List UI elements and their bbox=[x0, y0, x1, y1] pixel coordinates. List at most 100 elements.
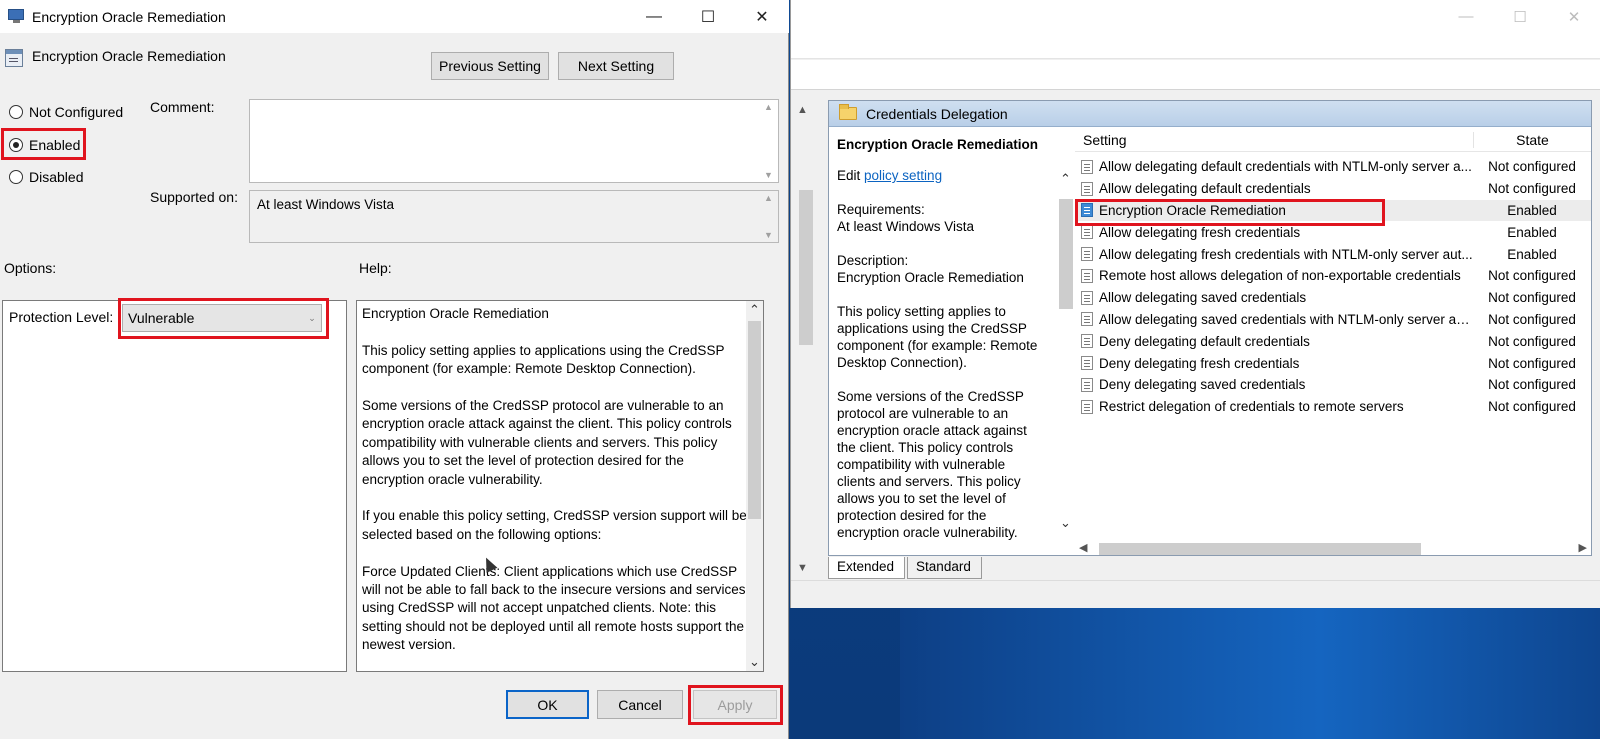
radio-circle[interactable] bbox=[9, 170, 23, 184]
chevron-up-icon[interactable]: ⌃ bbox=[749, 302, 760, 318]
setting-name-cell: Deny delegating default credentials bbox=[1075, 334, 1473, 349]
maximize-icon[interactable]: ☐ bbox=[681, 0, 735, 33]
protection-level-value: Vulnerable bbox=[128, 310, 195, 326]
radio-enabled[interactable]: Enabled bbox=[9, 137, 80, 153]
settings-rows: Allow delegating default credentials wit… bbox=[1075, 156, 1591, 418]
policy-setting-icon bbox=[1081, 290, 1093, 305]
table-row[interactable]: Deny delegating fresh credentials Not con… bbox=[1075, 352, 1591, 374]
scroll-up-icon[interactable]: ▲ bbox=[797, 104, 808, 116]
setting-name-cell: Restrict delegation of credentials to re… bbox=[1075, 399, 1473, 414]
chevron-down-icon[interactable]: ⌄ bbox=[303, 313, 321, 324]
minimize-icon[interactable]: — bbox=[627, 0, 681, 33]
description-scrollbar[interactable]: ⌃ ⌄ bbox=[1057, 171, 1075, 531]
policy-setting-icon bbox=[1081, 377, 1093, 392]
previous-setting-button[interactable]: Previous Setting bbox=[431, 52, 549, 80]
ok-button[interactable]: OK bbox=[506, 690, 589, 719]
help-para4: If you enable this policy setting, CredS… bbox=[362, 508, 747, 542]
help-text: Encryption Oracle Remediation This polic… bbox=[362, 305, 747, 671]
close-icon[interactable]: ✕ bbox=[1547, 0, 1600, 33]
options-label: Options: bbox=[4, 260, 57, 276]
horizontal-scroll-thumb[interactable] bbox=[1099, 543, 1421, 555]
close-icon[interactable]: ✕ bbox=[735, 0, 789, 33]
setting-name: Deny delegating default credentials bbox=[1099, 333, 1310, 349]
next-setting-button[interactable]: Next Setting bbox=[558, 52, 674, 80]
horizontal-scrollbar[interactable]: ◀ ▶ bbox=[1075, 541, 1591, 557]
scroll-right-icon[interactable]: ▶ bbox=[1579, 541, 1587, 554]
help-para5: Force Updated Clients: Client applicatio… bbox=[362, 563, 746, 653]
table-row[interactable]: Allow delegating fresh credentials Enable… bbox=[1075, 221, 1591, 243]
tree-scrollbar[interactable]: ▲ ▼ bbox=[791, 100, 821, 578]
requirements-block: Requirements: At least Windows Vista bbox=[837, 201, 1047, 235]
table-row[interactable]: Deny delegating default credentials Not c… bbox=[1075, 330, 1591, 352]
chevron-down-icon[interactable]: ⌄ bbox=[749, 654, 760, 670]
table-row[interactable]: Remote host allows delegation of non-exp… bbox=[1075, 265, 1591, 287]
column-state[interactable]: State bbox=[1473, 131, 1591, 148]
policy-setting-icon bbox=[1081, 312, 1093, 327]
radio-disabled[interactable]: Disabled bbox=[9, 169, 83, 185]
table-row[interactable]: Restrict delegation of credentials to re… bbox=[1075, 396, 1591, 418]
table-row[interactable]: Deny delegating saved credentials Not con… bbox=[1075, 374, 1591, 396]
table-row[interactable]: Encryption Oracle Remediation Enabled bbox=[1075, 199, 1591, 222]
cancel-button[interactable]: Cancel bbox=[597, 690, 683, 719]
supported-scrollbar[interactable]: ▲ ▼ bbox=[762, 193, 776, 240]
policy-setting-icon bbox=[1081, 181, 1093, 196]
policy-list-panel: Credentials Delegation Encryption Oracle… bbox=[828, 100, 1592, 556]
minimize-icon[interactable]: — bbox=[1439, 0, 1493, 33]
scroll-thumb[interactable] bbox=[799, 190, 813, 345]
policy-setting-icon bbox=[1081, 356, 1093, 371]
scroll-left-icon[interactable]: ◀ bbox=[1079, 541, 1087, 554]
scroll-down-icon[interactable]: ▼ bbox=[797, 562, 808, 574]
comment-field[interactable]: ▲ ▼ bbox=[249, 99, 779, 183]
radio-label: Disabled bbox=[29, 169, 84, 185]
protection-level-select[interactable]: Vulnerable ⌄ bbox=[122, 304, 322, 332]
help-scroll-thumb[interactable] bbox=[748, 321, 761, 519]
comment-scrollbar[interactable]: ▲ ▼ bbox=[762, 102, 776, 180]
supported-on-value: At least Windows Vista bbox=[257, 197, 395, 212]
column-setting[interactable]: Setting bbox=[1075, 132, 1473, 148]
requirements-value: At least Windows Vista bbox=[837, 219, 975, 234]
table-row[interactable]: Allow delegating default credentials Not … bbox=[1075, 178, 1591, 200]
chevron-up-icon[interactable]: ▲ bbox=[764, 193, 773, 203]
table-row[interactable]: Allow delegating saved credentials Not co… bbox=[1075, 287, 1591, 309]
view-tabs: Extended Standard bbox=[828, 557, 984, 579]
folder-icon bbox=[839, 104, 857, 120]
settings-list: Setting State Allow delegating default c… bbox=[1075, 128, 1591, 541]
tab-extended[interactable]: Extended bbox=[828, 557, 906, 579]
policy-setting-icon bbox=[1081, 203, 1093, 218]
table-row[interactable]: Allow delegating saved credentials with … bbox=[1075, 309, 1591, 331]
chevron-down-icon[interactable]: ▼ bbox=[764, 230, 773, 240]
help-para2: This policy setting applies to applicati… bbox=[362, 342, 725, 377]
chevron-down-icon[interactable]: ⌄ bbox=[1060, 515, 1071, 531]
description-block: Description: Encryption Oracle Remediati… bbox=[837, 252, 1047, 286]
radio-circle-checked[interactable] bbox=[9, 138, 23, 152]
setting-name: Remote host allows delegation of non-exp… bbox=[1099, 268, 1461, 284]
tab-standard[interactable]: Standard bbox=[907, 557, 982, 579]
policy-setting-link[interactable]: policy setting bbox=[864, 168, 942, 183]
chevron-up-icon[interactable]: ⌃ bbox=[1060, 171, 1071, 187]
description-label: Description: bbox=[837, 253, 909, 268]
description-value: Encryption Oracle Remediation bbox=[837, 270, 1024, 285]
edit-prefix: Edit bbox=[837, 168, 861, 183]
table-row[interactable]: Allow delegating fresh credentials with … bbox=[1075, 243, 1591, 265]
policy-name: Encryption Oracle Remediation bbox=[32, 48, 226, 64]
chevron-up-icon[interactable]: ▲ bbox=[764, 102, 773, 112]
setting-name: Allow delegating default credentials bbox=[1099, 181, 1311, 197]
table-row[interactable]: Allow delegating default credentials wit… bbox=[1075, 156, 1591, 178]
description-scroll-thumb[interactable] bbox=[1059, 199, 1073, 309]
radio-not-configured[interactable]: Not Configured bbox=[9, 104, 123, 120]
policy-setting-icon bbox=[1081, 159, 1093, 174]
policy-setting-icon bbox=[1081, 334, 1093, 349]
policy-setting-icon bbox=[1081, 247, 1093, 262]
dialog-title: Encryption Oracle Remediation bbox=[32, 8, 226, 25]
apply-button[interactable]: Apply bbox=[693, 690, 777, 719]
help-scrollbar[interactable]: ⌃ ⌄ bbox=[746, 301, 763, 671]
setting-name: Encryption Oracle Remediation bbox=[1099, 202, 1286, 218]
maximize-icon[interactable]: ☐ bbox=[1493, 0, 1547, 33]
setting-state: Not configured bbox=[1488, 355, 1576, 371]
radio-label: Enabled bbox=[29, 137, 81, 153]
setting-name-cell: Deny delegating fresh credentials bbox=[1075, 356, 1473, 371]
policy-editor-icon bbox=[8, 9, 26, 24]
chevron-down-icon[interactable]: ▼ bbox=[764, 170, 773, 180]
folder-header: Credentials Delegation bbox=[829, 101, 1591, 127]
radio-circle[interactable] bbox=[9, 105, 23, 119]
